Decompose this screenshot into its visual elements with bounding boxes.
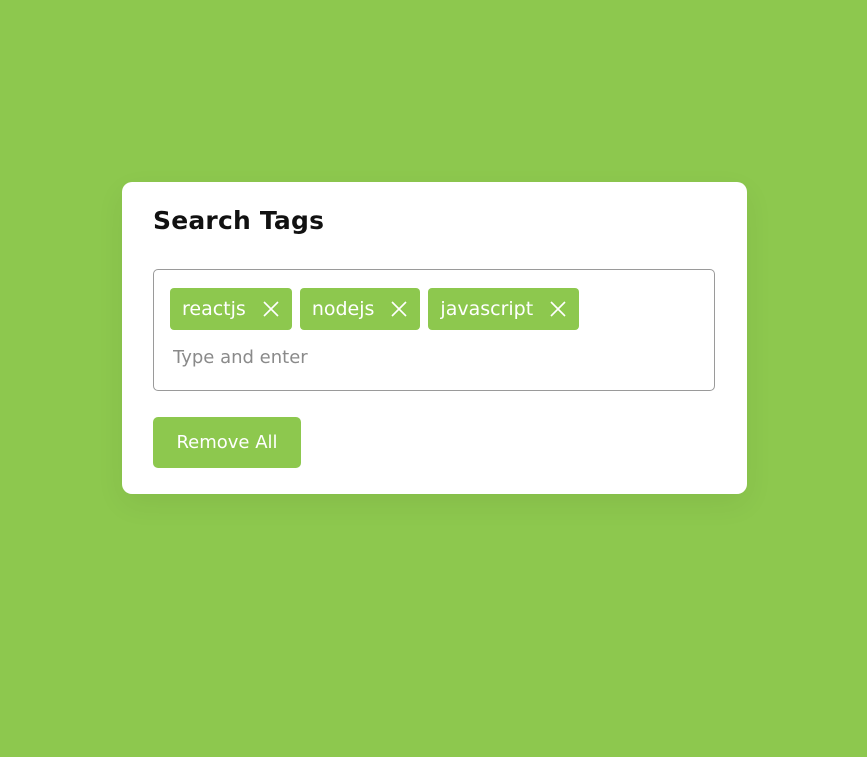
tag-chip: javascript [428,288,580,330]
close-icon[interactable] [262,300,280,318]
search-tags-card: Search Tags reactjs nodejs javascript Ty… [122,182,747,494]
tag-label: javascript [440,298,534,320]
remove-all-button[interactable]: Remove All [153,417,301,468]
tag-chip: nodejs [299,288,421,330]
close-icon[interactable] [549,300,567,318]
tag-chip: reactjs [170,288,292,330]
tag-text-input[interactable] [173,343,673,371]
card-title: Search Tags [153,206,325,235]
tag-label: reactjs [182,298,246,320]
tag-list: reactjs nodejs javascript [170,288,580,330]
close-icon[interactable] [390,300,408,318]
tag-label: nodejs [311,298,375,320]
tag-input-box[interactable]: reactjs nodejs javascript [153,269,715,391]
